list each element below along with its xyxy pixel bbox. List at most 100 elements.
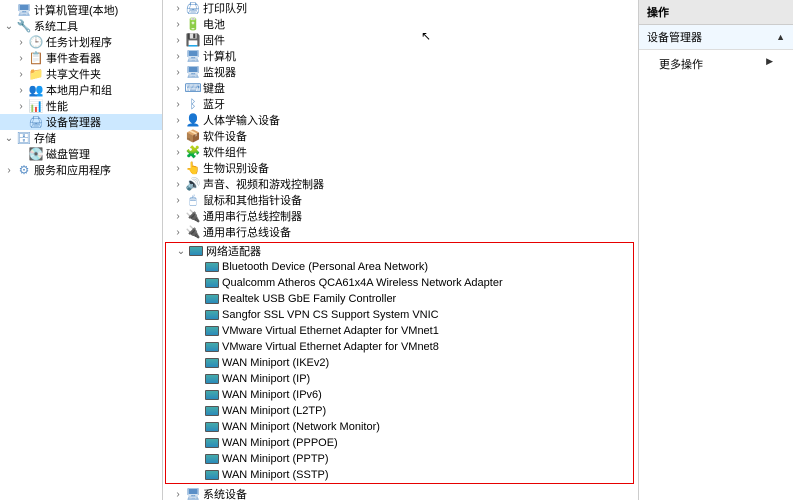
device-category-biometric[interactable]: ›👆生物识别设备 [163,160,638,176]
device-category-system-devices[interactable]: ›🖥系统设备 [163,486,638,500]
tree-node-task-scheduler[interactable]: › 🕒 任务计划程序 [0,34,162,50]
chevron-down-icon[interactable]: ⌄ [2,131,16,145]
network-adapter-label: Qualcomm Atheros QCA61x4A Wireless Netwo… [222,277,503,289]
tree-node-shared-folders[interactable]: › 📁 共享文件夹 [0,66,162,82]
network-adapter-item[interactable]: VMware Virtual Ethernet Adapter for VMne… [166,323,633,339]
action-more-operations[interactable]: 更多操作 ▶ [639,50,793,78]
chevron-right-icon[interactable]: › [171,209,185,223]
tree-node-device-manager[interactable]: 🖨 设备管理器 [0,114,162,130]
chevron-right-icon[interactable]: › [171,487,185,500]
network-adapter-item[interactable]: WAN Miniport (IPv6) [166,387,633,403]
chevron-right-icon[interactable]: › [171,193,185,207]
network-adapter-icon [204,387,220,403]
chevron-right-icon[interactable]: › [14,35,28,49]
chevron-right-icon[interactable]: › [171,49,185,63]
chevron-right-icon[interactable]: › [14,51,28,65]
chevron-right-icon[interactable]: › [171,177,185,191]
chevron-right-icon[interactable]: › [14,83,28,97]
bluetooth-icon: ᛒ [185,96,201,112]
triangle-up-icon: ▲ [776,32,785,42]
device-category-hid[interactable]: ›👤人体学输入设备 [163,112,638,128]
network-adapter-icon [204,451,220,467]
network-adapter-item[interactable]: VMware Virtual Ethernet Adapter for VMne… [166,339,633,355]
device-category-usb-devices[interactable]: ›🔌通用串行总线设备 [163,224,638,240]
services-icon: ⚙ [16,162,32,178]
tree-node-root[interactable]: 🖥 计算机管理(本地) [0,2,162,18]
actions-section[interactable]: 设备管理器 ▲ [639,25,793,50]
chevron-right-icon[interactable]: › [171,225,185,239]
device-category-computer[interactable]: ›🖥计算机 [163,48,638,64]
tree-node-services[interactable]: › ⚙ 服务和应用程序 [0,162,162,178]
device-category-software-components[interactable]: ›🧩软件组件 [163,144,638,160]
network-adapter-item[interactable]: WAN Miniport (IP) [166,371,633,387]
network-adapter-item[interactable]: WAN Miniport (PPPOE) [166,435,633,451]
network-adapter-item[interactable]: Sangfor SSL VPN CS Support System VNIC [166,307,633,323]
device-category-software-devices[interactable]: ›📦软件设备 [163,128,638,144]
tools-icon: 🔧 [16,18,32,34]
network-adapter-icon [188,243,204,259]
device-category-network-adapters[interactable]: ⌄ 网络适配器 [166,243,633,259]
device-category-bluetooth[interactable]: ›ᛒ蓝牙 [163,96,638,112]
network-adapter-label: WAN Miniport (Network Monitor) [222,421,380,433]
network-adapter-icon [204,467,220,483]
chevron-right-icon[interactable]: › [14,99,28,113]
network-adapter-item[interactable]: WAN Miniport (IKEv2) [166,355,633,371]
network-adapter-item[interactable]: WAN Miniport (SSTP) [166,467,633,483]
device-category-label: 软件组件 [203,144,247,160]
device-category-label: 打印队列 [203,0,247,16]
network-adapter-icon [204,323,220,339]
network-adapter-item[interactable]: Bluetooth Device (Personal Area Network) [166,259,633,275]
chevron-right-icon[interactable]: › [14,67,28,81]
tree-node-event-viewer[interactable]: › 📋 事件查看器 [0,50,162,66]
chevron-right-icon[interactable]: › [171,161,185,175]
disk-icon: 💽 [28,146,44,162]
device-category-label: 生物识别设备 [203,160,269,176]
chevron-down-icon[interactable]: ⌄ [174,244,188,258]
chevron-right-icon[interactable]: › [2,163,16,177]
chevron-right-icon[interactable]: › [171,97,185,111]
chevron-right-icon[interactable]: › [171,113,185,127]
device-category-monitor[interactable]: ›🖥监视器 [163,64,638,80]
chevron-right-icon[interactable]: › [171,1,185,15]
tree-label: 计算机管理(本地) [34,2,118,18]
users-icon: 👥 [28,82,44,98]
device-manager-icon: 🖨 [28,114,44,130]
chevron-right-icon[interactable]: › [171,33,185,47]
device-category-label: 监视器 [203,64,236,80]
chevron-down-icon[interactable]: ⌄ [2,19,16,33]
navigation-tree: 🖥 计算机管理(本地) ⌄ 🔧 系统工具 › 🕒 任务计划程序 › 📋 事件查看… [0,0,163,500]
network-adapter-item[interactable]: WAN Miniport (L2TP) [166,403,633,419]
device-category-label: 蓝牙 [203,96,225,112]
device-category-sound[interactable]: ›🔊声音、视频和游戏控制器 [163,176,638,192]
network-adapter-item[interactable]: Qualcomm Atheros QCA61x4A Wireless Netwo… [166,275,633,291]
network-adapter-item[interactable]: Realtek USB GbE Family Controller [166,291,633,307]
tree-node-system-tools[interactable]: ⌄ 🔧 系统工具 [0,18,162,34]
tree-node-performance[interactable]: › 📊 性能 [0,98,162,114]
tree-label: 共享文件夹 [46,66,101,82]
device-category-usb-controllers[interactable]: ›🔌通用串行总线控制器 [163,208,638,224]
network-adapter-label: WAN Miniport (IKEv2) [222,357,329,369]
tree-node-disk-mgmt[interactable]: 💽 磁盘管理 [0,146,162,162]
computer-icon: 🖥 [185,48,201,64]
network-adapter-item[interactable]: WAN Miniport (Network Monitor) [166,419,633,435]
device-category-mouse[interactable]: ›🖱鼠标和其他指针设备 [163,192,638,208]
mouse-icon: 🖱 [185,192,201,208]
device-category-firmware[interactable]: ›💾固件 [163,32,638,48]
chevron-icon [2,3,16,17]
chevron-right-icon[interactable]: › [171,81,185,95]
chevron-right-icon[interactable]: › [171,65,185,79]
device-category-battery[interactable]: ›🔋电池 [163,16,638,32]
tree-node-local-users[interactable]: › 👥 本地用户和组 [0,82,162,98]
network-adapter-icon [204,291,220,307]
chevron-right-icon[interactable]: › [171,17,185,31]
device-category-label: 键盘 [203,80,225,96]
tree-label: 事件查看器 [46,50,101,66]
device-category-keyboard[interactable]: ›⌨键盘 [163,80,638,96]
network-adapter-item[interactable]: WAN Miniport (PPTP) [166,451,633,467]
chevron-right-icon[interactable]: › [171,145,185,159]
device-category-label: 声音、视频和游戏控制器 [203,176,324,192]
device-category-print-queue[interactable]: ›🖨打印队列 [163,0,638,16]
network-adapter-label: VMware Virtual Ethernet Adapter for VMne… [222,341,439,353]
tree-node-storage[interactable]: ⌄ 🗄 存储 [0,130,162,146]
chevron-right-icon[interactable]: › [171,129,185,143]
